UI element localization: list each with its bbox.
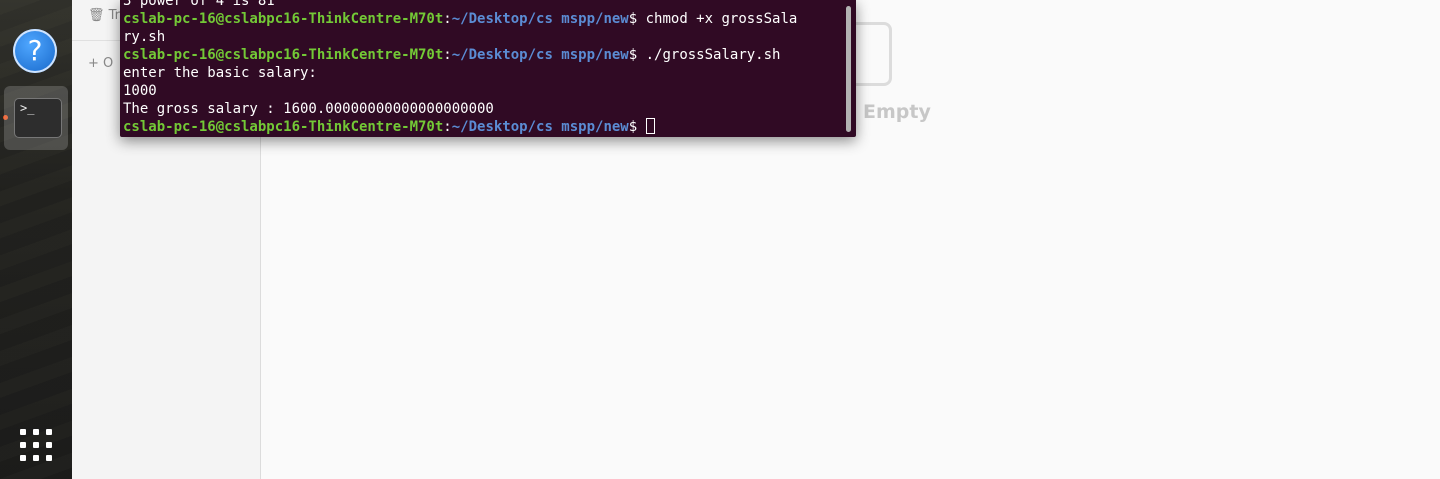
sidebar-item-label: O — [103, 56, 114, 71]
prompt-path: ~/Desktop/cs mspp/new — [451, 119, 629, 135]
help-icon[interactable]: ? — [13, 29, 57, 73]
app-grid-icon[interactable] — [20, 429, 52, 461]
command-line: ./grossSalary.sh — [645, 47, 781, 63]
prompt-path: ~/Desktop/cs mspp/new — [451, 11, 629, 27]
command-line: chmod +x grossSala — [645, 11, 798, 27]
sidebar-item-trash[interactable]: 🗑 Tr — [88, 8, 120, 23]
sidebar-item-other-locations[interactable]: + O — [88, 56, 113, 71]
terminal-glyph: >_ — [20, 101, 35, 115]
terminal-output: 3 power of 4 is 81 cslab-pc-16@cslabpc16… — [123, 0, 797, 136]
empty-state-label: Empty — [863, 101, 931, 123]
output-line: enter the basic salary: — [123, 65, 317, 81]
command-wrap: ry.sh — [123, 29, 166, 45]
prompt-user: cslab-pc-16@cslabpc16-ThinkCentre-M70t — [123, 47, 444, 63]
output-line: 1000 — [123, 83, 157, 99]
terminal-scrollbar[interactable] — [846, 6, 851, 132]
prompt-path: ~/Desktop/cs mspp/new — [451, 47, 629, 63]
help-glyph: ? — [27, 34, 43, 67]
output-line: The gross salary : 1600.0000000000000000… — [123, 101, 494, 117]
terminal-window[interactable]: 3 power of 4 is 81 cslab-pc-16@cslabpc16… — [120, 0, 856, 137]
output-line: 3 power of 4 is 81 — [123, 0, 275, 9]
prompt-user: cslab-pc-16@cslabpc16-ThinkCentre-M70t — [123, 11, 444, 27]
terminal-icon: >_ — [14, 98, 62, 138]
text-cursor — [645, 118, 655, 134]
ubuntu-dock: ? >_ — [0, 0, 72, 479]
sidebar-item-label: Tr — [108, 8, 121, 23]
prompt-user: cslab-pc-16@cslabpc16-ThinkCentre-M70t — [123, 119, 444, 135]
terminal-launcher[interactable]: >_ — [4, 86, 68, 150]
